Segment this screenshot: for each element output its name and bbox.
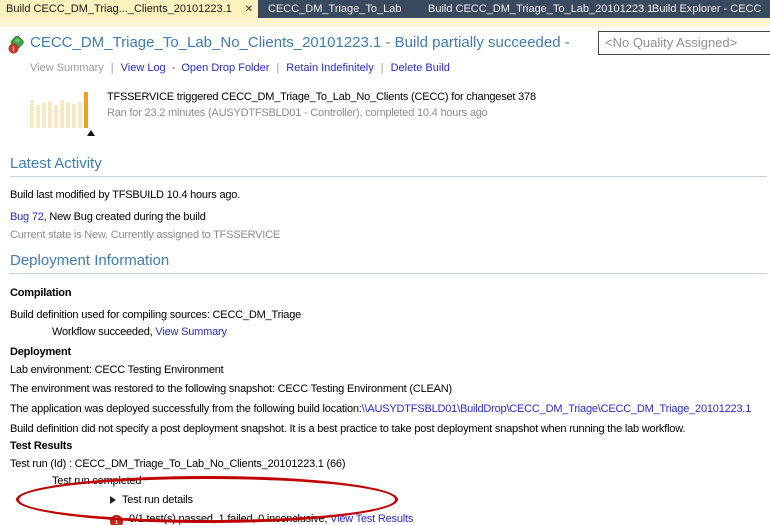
test-run-details-label: Test run details xyxy=(122,494,193,506)
page-title: CECC_DM_Triage_To_Lab_No_Clients_2010122… xyxy=(30,34,570,51)
build-modified-text: Build last modified by TFSBUILD 10.4 hou… xyxy=(10,188,767,203)
test-result-text: 0/1 test(s) passed, 1 failed, 0 inconclu… xyxy=(129,513,327,525)
test-run-details-row[interactable]: Test run details xyxy=(110,493,767,508)
post-snapshot-note: Build definition did not specify a post … xyxy=(10,422,767,437)
open-drop-folder-link[interactable]: Open Drop Folder xyxy=(181,62,269,74)
latest-activity-heading: Latest Activity xyxy=(10,155,767,173)
duration-bar xyxy=(60,100,64,128)
view-summary-link: View Summary xyxy=(30,62,104,74)
duration-bar xyxy=(48,101,52,128)
duration-bar xyxy=(54,105,58,128)
delete-build-link[interactable]: Delete Build xyxy=(391,62,450,74)
view-log-link[interactable]: View Log xyxy=(121,62,166,74)
build-run-text: Ran for 23.2 minutes (AUSYDTFSBLD01 - Co… xyxy=(107,107,536,119)
deployment-information-heading: Deployment Information xyxy=(10,252,767,270)
duration-bar xyxy=(66,102,70,128)
deploy-location-line: The application was deployed successfull… xyxy=(10,402,767,417)
duration-bar xyxy=(72,104,76,128)
view-test-results-link[interactable]: View Test Results xyxy=(330,513,413,525)
bug-description: , New Bug created during the build xyxy=(44,211,206,223)
tab-active-build-summary[interactable]: Build CECC_DM_Triag..._Clients_20101223.… xyxy=(0,0,258,18)
build-partially-succeeded-icon: ! xyxy=(8,36,26,54)
close-icon[interactable]: ✕ xyxy=(239,4,253,15)
workflow-status-text: Workflow succeeded, xyxy=(52,326,153,338)
build-definition-text: Build definition used for compiling sour… xyxy=(10,308,767,323)
bug-line: Bug 72, New Bug created during the build xyxy=(10,210,767,225)
test-run-id-text: Test run (Id) : CECC_DM_Triage_To_Lab_No… xyxy=(10,457,767,472)
tab-cecc-dm-triage-to-lab[interactable]: CECC_DM_Triage_To_Lab xyxy=(268,0,402,18)
test-result-row: ! 0/1 test(s) passed, 1 failed, 0 inconcl… xyxy=(110,512,767,525)
duration-bar-current xyxy=(84,92,88,128)
tab-build-explorer-cecc[interactable]: Build Explorer - CECC xyxy=(652,0,761,18)
build-info: TFSSERVICE triggered CECC_DM_Triage_To_L… xyxy=(30,88,536,128)
current-build-marker-icon xyxy=(87,130,95,136)
link-separator: | xyxy=(111,62,114,74)
summary-content: Latest Activity Build last modified by T… xyxy=(10,155,767,525)
active-tab-strip xyxy=(0,18,770,27)
compilation-heading: Compilation xyxy=(10,286,767,301)
deployment-heading: Deployment xyxy=(10,345,767,360)
active-tab-label: Build CECC_DM_Triag..._Clients_20101223.… xyxy=(6,3,232,15)
workflow-status-line: Workflow succeeded, View Summary xyxy=(52,325,767,340)
snapshot-text: The environment was restored to the foll… xyxy=(10,382,767,397)
link-dash: - xyxy=(172,62,176,74)
section-divider xyxy=(10,273,767,274)
document-tab-bar: Build CECC_DM_Triag..._Clients_20101223.… xyxy=(0,0,770,18)
tab-build-cecc-dm-triage-to-lab[interactable]: Build CECC_DM_Triage_To_Lab_20101223.1 xyxy=(428,0,653,18)
build-summary-page: Build CECC_DM_Triag..._Clients_20101223.… xyxy=(0,0,770,525)
deploy-location-link[interactable]: \\AUSYDTFSBLD01\BuildDrop\CECC_DM_Triage… xyxy=(362,403,752,415)
error-icon: ! xyxy=(110,515,123,525)
build-trigger-text: TFSSERVICE triggered CECC_DM_Triage_To_L… xyxy=(107,91,536,103)
bug-link[interactable]: Bug 72 xyxy=(10,211,44,223)
retain-indefinitely-link[interactable]: Retain Indefinitely xyxy=(286,62,373,74)
duration-bar xyxy=(78,102,82,128)
workflow-view-summary-link[interactable]: View Summary xyxy=(155,326,226,338)
duration-bar xyxy=(36,105,40,128)
expander-icon[interactable] xyxy=(110,496,116,504)
lab-environment-text: Lab environment: CECC Testing Environmen… xyxy=(10,363,767,378)
test-results-heading: Test Results xyxy=(10,439,767,454)
bug-state-text: Current state is New. Currently assigned… xyxy=(10,228,767,243)
link-separator: | xyxy=(381,62,384,74)
svg-text:!: ! xyxy=(12,44,15,53)
duration-bar xyxy=(42,103,46,128)
duration-bar xyxy=(30,100,34,128)
section-divider xyxy=(10,176,767,177)
deploy-location-text: The application was deployed successfull… xyxy=(10,403,362,415)
action-links: View Summary | View Log-Open Drop Folder | R… xyxy=(30,62,450,74)
test-run-completed-text: Test run completed xyxy=(52,474,767,489)
build-duration-chart xyxy=(30,88,94,128)
link-separator: | xyxy=(276,62,279,74)
quality-dropdown[interactable]: <No Quality Assigned> xyxy=(598,31,770,55)
